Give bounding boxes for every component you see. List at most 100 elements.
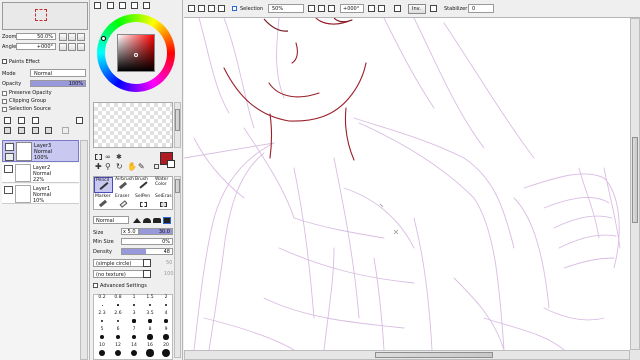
color-wheel-tab-icon[interactable] <box>94 2 101 9</box>
canvas-horizontal-scrollbar[interactable] <box>184 350 630 360</box>
advanced-settings-header[interactable]: Advanced Settings <box>93 282 173 290</box>
brush-size-preset[interactable]: 0.8 <box>110 295 126 311</box>
layer-mask-icon[interactable] <box>76 117 83 124</box>
color-wheel[interactable] <box>97 14 175 92</box>
brush-shape-options-icon[interactable] <box>143 259 151 267</box>
angle-select[interactable]: +000° <box>340 4 364 13</box>
size-slider[interactable]: 30.0 <box>139 228 173 235</box>
lasso-icon[interactable]: ∞ <box>105 153 113 161</box>
scrollbar-thumb[interactable] <box>375 352 493 358</box>
opacity-slider[interactable]: 100% <box>30 80 86 87</box>
swap-colors-icon[interactable] <box>154 164 159 169</box>
tool-brush[interactable]: Brush <box>134 177 153 193</box>
new-folder-icon[interactable] <box>18 117 25 124</box>
paints-effect-header[interactable]: Paints Effect <box>0 58 90 66</box>
edge-shape-icon[interactable] <box>143 218 151 223</box>
brush-size-preset[interactable]: 3.5 <box>142 311 158 327</box>
tool-seleras[interactable]: SelEras <box>154 194 173 210</box>
tool-pencil[interactable]: Pencil <box>94 177 113 193</box>
brush-size-preset[interactable]: 5 <box>94 327 110 343</box>
brush-size-preset[interactable]: 1 <box>126 295 142 311</box>
clipping-group-checkbox[interactable] <box>2 99 7 104</box>
rotate-right-button[interactable] <box>77 43 85 51</box>
hue-marker[interactable] <box>101 36 106 41</box>
flip-horizontal-icon[interactable] <box>394 5 401 12</box>
scratchpad-tab-icon[interactable] <box>143 2 150 9</box>
selection-source-checkbox[interactable] <box>2 107 7 112</box>
rect-select-icon[interactable] <box>95 154 102 160</box>
brush-size-preset[interactable]: 7 <box>126 327 142 343</box>
zoom-reset-button[interactable] <box>59 33 67 41</box>
scrollbar-thumb[interactable] <box>632 137 638 223</box>
zoom-plus-button[interactable] <box>77 33 85 41</box>
min-size-slider[interactable]: 0% <box>121 238 173 245</box>
edge-shape-icon[interactable] <box>153 218 161 223</box>
deselect-icon[interactable] <box>198 5 205 12</box>
selection-checkbox[interactable] <box>232 6 237 11</box>
tool-water-color[interactable]: Water Color <box>154 177 173 193</box>
layer-property-icon[interactable] <box>62 127 69 134</box>
tool-selpen[interactable]: SelPen <box>134 194 153 210</box>
scrollbar-thumb[interactable] <box>175 109 180 131</box>
mode-select[interactable]: Normal <box>30 69 86 77</box>
select-all-icon[interactable] <box>188 5 195 12</box>
secondary-color-swatch[interactable] <box>167 160 175 168</box>
density-slider[interactable]: 48 <box>121 248 173 255</box>
color-picker-marker[interactable] <box>134 53 138 57</box>
size-multiplier-select[interactable]: x 5.0 <box>121 228 139 235</box>
eye-icon[interactable] <box>5 143 14 151</box>
brush-size-preset[interactable]: 20 <box>158 343 174 359</box>
eye-icon[interactable] <box>4 165 13 173</box>
brush-size-preset[interactable]: 2 <box>158 295 174 311</box>
rotate-tool-icon[interactable]: ↻ <box>116 163 124 171</box>
brush-size-preset[interactable]: 9 <box>158 327 174 343</box>
swatches-tab-icon[interactable] <box>131 2 138 9</box>
brush-size-preset[interactable]: 0.2 <box>94 295 110 311</box>
clear-layer-icon[interactable] <box>32 127 39 134</box>
angle-slider[interactable]: +000° <box>16 43 56 50</box>
brush-size-preset[interactable]: 12 <box>110 343 126 359</box>
move-icon[interactable]: ✚ <box>95 163 103 171</box>
zoom-in-icon[interactable] <box>218 5 225 12</box>
eye-icon[interactable] <box>4 186 13 194</box>
rotate-reset-button[interactable] <box>59 43 67 51</box>
brush-lock-icon[interactable] <box>5 153 14 161</box>
transfer-down-icon[interactable] <box>4 127 11 134</box>
brush-size-preset[interactable]: 6 <box>110 327 126 343</box>
scrollbar-thumb[interactable] <box>175 179 180 193</box>
brush-size-preset[interactable]: 4 <box>158 311 174 327</box>
brush-size-preset[interactable]: 2.6 <box>110 311 126 327</box>
brush-size-preset[interactable]: 2.3 <box>94 311 110 327</box>
layer-list-scrollbar[interactable] <box>80 140 88 360</box>
zoom-out-icon[interactable] <box>308 5 315 12</box>
canvas-vertical-scrollbar[interactable] <box>630 18 640 350</box>
brush-size-preset[interactable]: 16 <box>142 343 158 359</box>
new-layer-set-icon[interactable] <box>32 117 39 124</box>
rgb-slider-tab-icon[interactable] <box>107 2 114 9</box>
invert-button[interactable]: Inv. <box>408 4 426 14</box>
rotate-ccw-icon[interactable] <box>328 5 335 12</box>
rotate-reset-icon[interactable] <box>378 5 385 12</box>
hsv-slider-tab-icon[interactable] <box>119 2 126 9</box>
preserve-opacity-checkbox[interactable] <box>2 91 7 96</box>
rotate-left-button[interactable] <box>68 43 76 51</box>
tool-airbrush[interactable]: Airbrush <box>114 177 134 193</box>
tool-eraser[interactable]: Eraser <box>114 194 133 210</box>
merge-down-icon[interactable] <box>18 127 25 134</box>
brush-size-preset[interactable]: 10 <box>94 343 110 359</box>
brush-size-preset[interactable]: 1.5 <box>142 295 158 311</box>
eyedropper-icon[interactable]: ✎ <box>138 163 146 171</box>
edge-shape-icon[interactable] <box>133 218 141 223</box>
zoom-slider[interactable]: 50.0% <box>16 33 56 40</box>
magic-wand-icon[interactable]: ✱ <box>116 153 124 161</box>
zoom-minus-button[interactable] <box>68 33 76 41</box>
zoom-tool-icon[interactable]: ⚲ <box>105 163 113 171</box>
snap-icon[interactable] <box>430 5 437 12</box>
tool-scrollbar[interactable] <box>174 176 181 358</box>
brush-size-preset[interactable]: 3 <box>126 311 142 327</box>
layer-item-layer2[interactable]: Layer2 Normal 22% <box>2 163 79 183</box>
blend-mode-select[interactable]: Normal <box>93 216 129 224</box>
zoom-in-button-icon[interactable] <box>318 5 325 12</box>
tool-marker[interactable]: Marker <box>94 194 113 210</box>
stabilizer-select[interactable]: 0 <box>468 4 494 13</box>
